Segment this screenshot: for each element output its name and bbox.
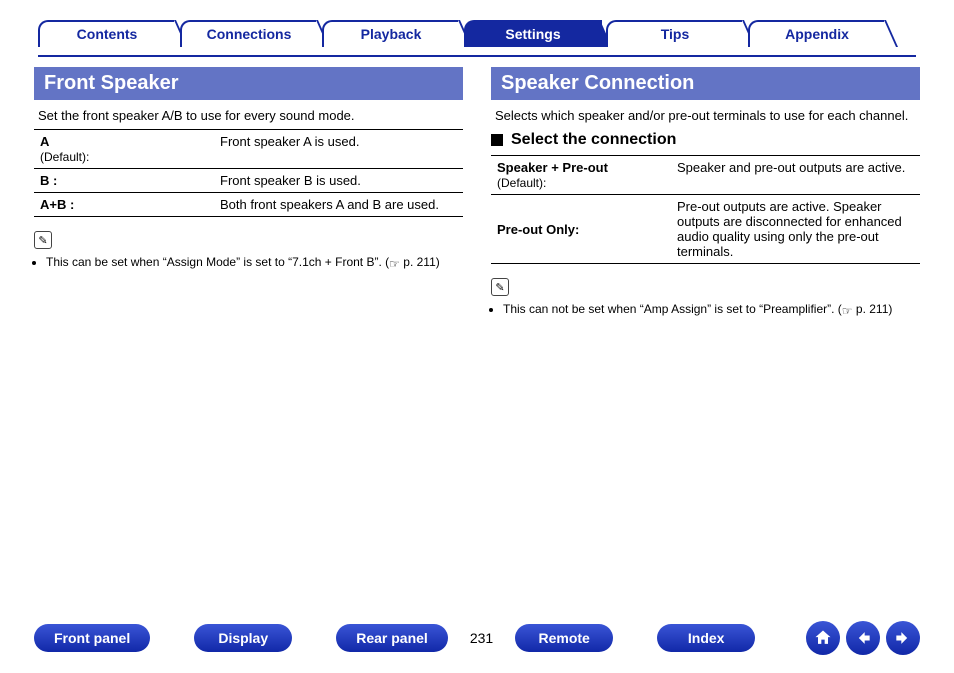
home-icon (813, 628, 833, 648)
option-key: A (40, 134, 49, 149)
front-speaker-intro: Set the front speaker A/B to use for eve… (38, 108, 459, 123)
option-value: Front speaker A is used. (214, 130, 463, 169)
home-button[interactable] (806, 621, 840, 655)
option-value: Pre-out outputs are active. Speaker outp… (671, 195, 920, 264)
page-link[interactable]: p. 211 (856, 302, 888, 316)
option-key: Speaker + Pre-out (497, 160, 608, 175)
arrow-left-icon (853, 628, 873, 648)
option-key: Pre-out Only: (497, 222, 579, 237)
rear-panel-button[interactable]: Rear panel (336, 624, 448, 652)
tab-connections[interactable]: Connections (180, 20, 318, 47)
pencil-icon: ✎ (34, 231, 52, 249)
option-value: Speaker and pre-out outputs are active. (671, 156, 920, 195)
note-text: This can not be set when “Amp Assign” is… (503, 302, 920, 318)
option-value: Front speaker B is used. (214, 169, 463, 193)
display-button[interactable]: Display (194, 624, 292, 652)
table-row: B : Front speaker B is used. (34, 169, 463, 193)
index-button[interactable]: Index (657, 624, 755, 652)
section-title-speaker-connection: Speaker Connection (491, 67, 920, 100)
hand-icon: ☞ (389, 257, 400, 271)
option-value: Both front speakers A and B are used. (214, 193, 463, 217)
page-link[interactable]: p. 211 (403, 255, 435, 269)
speaker-connection-note: ✎ This can not be set when “Amp Assign” … (491, 278, 920, 318)
tab-playback[interactable]: Playback (322, 20, 460, 47)
prev-button[interactable] (846, 621, 880, 655)
tab-contents[interactable]: Contents (38, 20, 176, 47)
option-default: (Default): (497, 176, 546, 190)
arrow-right-icon (893, 628, 913, 648)
note-text: This can be set when “Assign Mode” is se… (46, 255, 463, 271)
front-panel-button[interactable]: Front panel (34, 624, 150, 652)
top-tabs: Contents Connections Playback Settings T… (38, 20, 924, 47)
speaker-connection-intro: Selects which speaker and/or pre-out ter… (495, 108, 916, 123)
table-row: Pre-out Only: Pre-out outputs are active… (491, 195, 920, 264)
hand-icon: ☞ (842, 304, 853, 318)
option-default: (Default): (40, 150, 89, 164)
option-key: A+B : (40, 197, 74, 212)
table-row: Speaker + Pre-out (Default): Speaker and… (491, 156, 920, 195)
speaker-connection-table: Speaker + Pre-out (Default): Speaker and… (491, 155, 920, 264)
remote-button[interactable]: Remote (515, 624, 613, 652)
square-bullet-icon (491, 134, 503, 146)
table-row: A (Default): Front speaker A is used. (34, 130, 463, 169)
pencil-icon: ✎ (491, 278, 509, 296)
tab-underline (38, 55, 916, 57)
tab-tips[interactable]: Tips (606, 20, 744, 47)
page-number: 231 (470, 630, 493, 646)
tab-appendix[interactable]: Appendix (748, 20, 886, 47)
front-speaker-table: A (Default): Front speaker A is used. B … (34, 129, 463, 217)
select-connection-heading: Select the connection (491, 131, 920, 149)
table-row: A+B : Both front speakers A and B are us… (34, 193, 463, 217)
bottom-bar: Front panel Display Rear panel 231 Remot… (0, 621, 954, 655)
option-key: B : (40, 173, 57, 188)
front-speaker-note: ✎ This can be set when “Assign Mode” is … (34, 231, 463, 271)
section-title-front-speaker: Front Speaker (34, 67, 463, 100)
next-button[interactable] (886, 621, 920, 655)
tab-settings[interactable]: Settings (464, 20, 602, 47)
